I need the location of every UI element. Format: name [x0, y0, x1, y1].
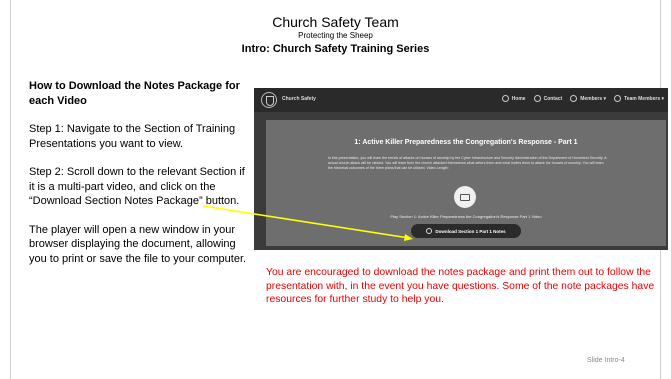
- slide-title: Church Safety Team: [272, 14, 399, 30]
- home-icon: [501, 95, 509, 102]
- download-icon: [426, 228, 433, 234]
- nav-item-label: Team Members ▾: [624, 95, 664, 102]
- video-section-description: In this presentation, you will learn the…: [328, 156, 607, 170]
- encouragement-note: You are encouraged to download the notes…: [266, 267, 655, 305]
- video-section-panel: 1: Active Killer Preparedness the Congre…: [266, 120, 666, 246]
- slide-number: Slide Intro-4: [587, 357, 625, 364]
- series-title: Intro: Church Safety Training Series: [241, 43, 430, 55]
- step-3-text: The player will open a new window in you…: [29, 223, 247, 265]
- slide-header: Church Safety Team Protecting the Sheep …: [0, 14, 671, 56]
- website-navbar: Church Safety Home Contact Members ▾ Tea…: [254, 88, 668, 112]
- nav-item-home[interactable]: Home: [501, 95, 526, 102]
- shield-logo-icon[interactable]: [261, 92, 277, 108]
- step-1-text: Step 1: Navigate to the Section of Train…: [29, 123, 236, 150]
- play-video-caption[interactable]: Play Section 1: Active Killer Preparedne…: [266, 214, 666, 219]
- website-brand[interactable]: Church Safety: [282, 96, 316, 102]
- website-screenshot: Church Safety Home Contact Members ▾ Tea…: [254, 88, 668, 250]
- download-notes-label: Download Section 1 Part 1 Notes: [435, 228, 506, 234]
- members-icon: [570, 95, 578, 102]
- play-video-icon[interactable]: [454, 186, 476, 208]
- nav-item-team-members[interactable]: Team Members ▾: [614, 95, 664, 102]
- nav-item-contact[interactable]: Contact: [533, 95, 563, 102]
- download-notes-button[interactable]: Download Section 1 Part 1 Notes: [411, 224, 521, 238]
- nav-item-label: Members ▾: [580, 95, 607, 102]
- website-menu: Home Contact Members ▾ Team Members ▾: [501, 95, 664, 102]
- nav-item-label: Home: [511, 95, 526, 102]
- slide: Church Safety Team Protecting the Sheep …: [0, 0, 671, 379]
- nav-item-label: Contact: [543, 95, 563, 102]
- slide-subtitle: Protecting the Sheep: [298, 31, 373, 40]
- step-2-text: Step 2: Scroll down to the relevant Sect…: [29, 166, 245, 207]
- nav-item-members[interactable]: Members ▾: [570, 95, 606, 102]
- slide-border-left: [10, 0, 11, 379]
- instructions-column: How to Download the Notes Package for ea…: [29, 79, 251, 280]
- instructions-heading: How to Download the Notes Package for ea…: [29, 80, 240, 107]
- video-section-title: 1: Active Killer Preparedness the Congre…: [354, 139, 578, 146]
- team-icon: [614, 95, 622, 102]
- contact-icon: [533, 95, 541, 102]
